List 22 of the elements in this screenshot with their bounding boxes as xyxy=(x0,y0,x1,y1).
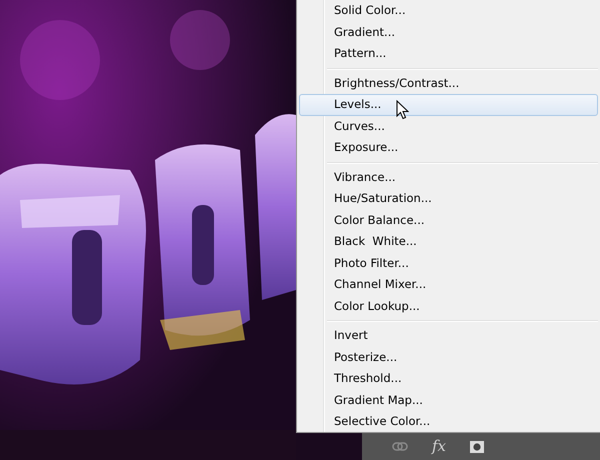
menu-item[interactable]: Hue/Saturation... xyxy=(299,188,598,210)
fx-button[interactable]: fx xyxy=(432,439,446,454)
menu-item[interactable]: Gradient Map... xyxy=(299,390,598,411)
menu-item[interactable]: Invert xyxy=(299,325,598,346)
menu-item[interactable]: Levels... xyxy=(299,94,598,116)
menu-item[interactable]: Brightness/Contrast... xyxy=(299,72,598,94)
menu-item[interactable]: Photo Filter... xyxy=(299,252,598,274)
menu-item[interactable]: Solid Color... xyxy=(299,0,598,22)
menu-item[interactable]: Channel Mixer... xyxy=(299,274,598,296)
menu-item[interactable]: Curves... xyxy=(299,116,598,137)
menu-item[interactable]: Pattern... xyxy=(299,43,598,64)
menu-item[interactable]: Selective Color... xyxy=(299,411,598,432)
menu-item[interactable]: Gradient... xyxy=(299,22,598,43)
mask-icon[interactable] xyxy=(470,440,484,452)
menu-item[interactable]: Posterize... xyxy=(299,346,598,368)
cursor-icon xyxy=(396,100,409,120)
menu-item[interactable]: Vibrance... xyxy=(299,166,598,188)
menu-item[interactable]: Threshold... xyxy=(299,368,598,390)
menu-item[interactable]: Exposure... xyxy=(299,137,598,158)
menu-item[interactable]: Black White... xyxy=(299,231,598,252)
menu-item[interactable]: Color Lookup... xyxy=(299,296,598,317)
menu-item[interactable]: Color Balance... xyxy=(299,210,598,231)
